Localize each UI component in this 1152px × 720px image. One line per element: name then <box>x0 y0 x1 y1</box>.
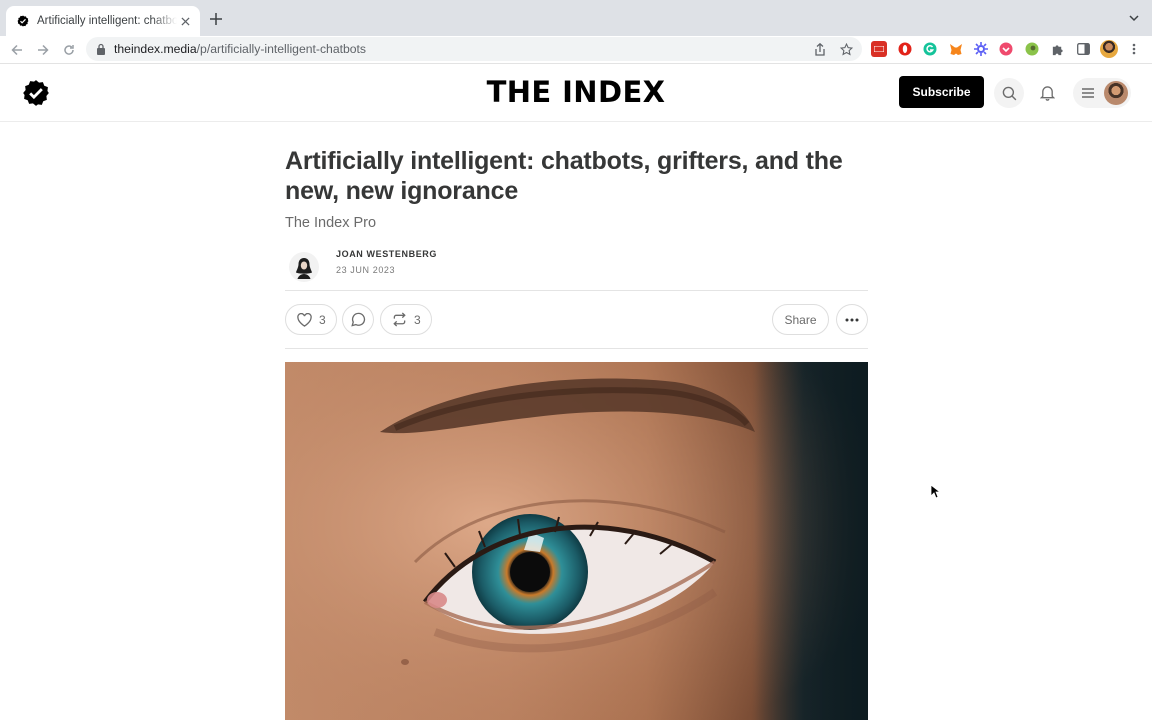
url-host: theindex.media <box>114 42 197 56</box>
article-title: Artificially intelligent: chatbots, grif… <box>285 147 843 205</box>
opera-extension-icon[interactable] <box>897 41 913 57</box>
share-label: Share <box>784 312 817 327</box>
metamask-extension-icon[interactable] <box>948 41 964 57</box>
subscribe-button[interactable]: Subscribe <box>899 76 984 108</box>
green-extension-icon[interactable] <box>1024 41 1040 57</box>
address-bar[interactable]: theindex.media/p/artificially-intelligen… <box>86 37 862 61</box>
browser-profile-avatar[interactable] <box>1100 40 1118 58</box>
restack-button[interactable]: 3 <box>380 304 432 335</box>
browser-tab-strip: Artificially intelligent: chatbots, grif… <box>0 0 1152 36</box>
restack-count: 3 <box>414 312 421 327</box>
lock-icon[interactable] <box>96 43 106 55</box>
reload-icon[interactable] <box>61 42 77 58</box>
restack-arrows-icon <box>391 312 407 328</box>
url-text[interactable]: theindex.media/p/artificially-intelligen… <box>114 42 366 56</box>
user-avatar <box>1104 81 1128 105</box>
grammarly-extension-icon[interactable] <box>922 41 938 57</box>
mouse-cursor-icon <box>930 484 940 499</box>
bookmark-star-icon[interactable] <box>838 41 854 57</box>
author-avatar[interactable] <box>289 252 319 282</box>
author-name[interactable]: JOAN WESTENBERG <box>336 249 437 259</box>
tab-close-icon[interactable] <box>178 14 192 28</box>
verified-badge-icon <box>17 15 29 27</box>
pocket-extension-icon[interactable] <box>998 41 1014 57</box>
back-arrow-icon[interactable] <box>9 42 25 58</box>
url-path: /p/artificially-intelligent-chatbots <box>196 42 367 56</box>
notifications-bell-icon[interactable] <box>1032 78 1062 108</box>
share-button[interactable]: Share <box>772 304 829 335</box>
heart-icon <box>296 312 312 328</box>
gear-extension-icon[interactable] <box>973 41 989 57</box>
site-header: THE INDEX Subscribe <box>0 64 1152 122</box>
search-icon[interactable] <box>994 78 1024 108</box>
forward-arrow-icon[interactable] <box>35 42 51 58</box>
side-panel-icon[interactable] <box>1075 41 1091 57</box>
puzzle-extensions-icon[interactable] <box>1049 41 1065 57</box>
comment-bubble-icon <box>350 312 366 328</box>
browser-toolbar: theindex.media/p/artificially-intelligen… <box>0 36 1152 64</box>
article-hero-image[interactable] <box>285 362 868 720</box>
comment-button[interactable] <box>342 304 374 335</box>
more-options-button[interactable] <box>836 304 868 335</box>
tab-title: Artificially intelligent: chatbots, grif… <box>37 15 177 27</box>
like-button[interactable]: 3 <box>285 304 337 335</box>
hamburger-menu-icon <box>1081 86 1095 100</box>
article-publication[interactable]: The Index Pro <box>285 215 376 231</box>
divider <box>285 348 868 349</box>
browser-tab[interactable]: Artificially intelligent: chatbots, grif… <box>6 6 200 36</box>
browser-menu-kebab-icon[interactable] <box>1126 41 1142 57</box>
like-count: 3 <box>319 312 326 327</box>
tab-search-chevron-icon[interactable] <box>1128 12 1140 24</box>
share-page-icon[interactable] <box>812 41 828 57</box>
user-menu-button[interactable] <box>1073 78 1131 108</box>
ellipsis-icon <box>844 312 860 328</box>
extension-red-icon[interactable] <box>871 41 887 57</box>
publish-date: 23 JUN 2023 <box>336 265 396 275</box>
divider <box>285 290 868 291</box>
new-tab-icon[interactable] <box>208 11 224 27</box>
eye-closeup-illustration <box>285 362 868 720</box>
